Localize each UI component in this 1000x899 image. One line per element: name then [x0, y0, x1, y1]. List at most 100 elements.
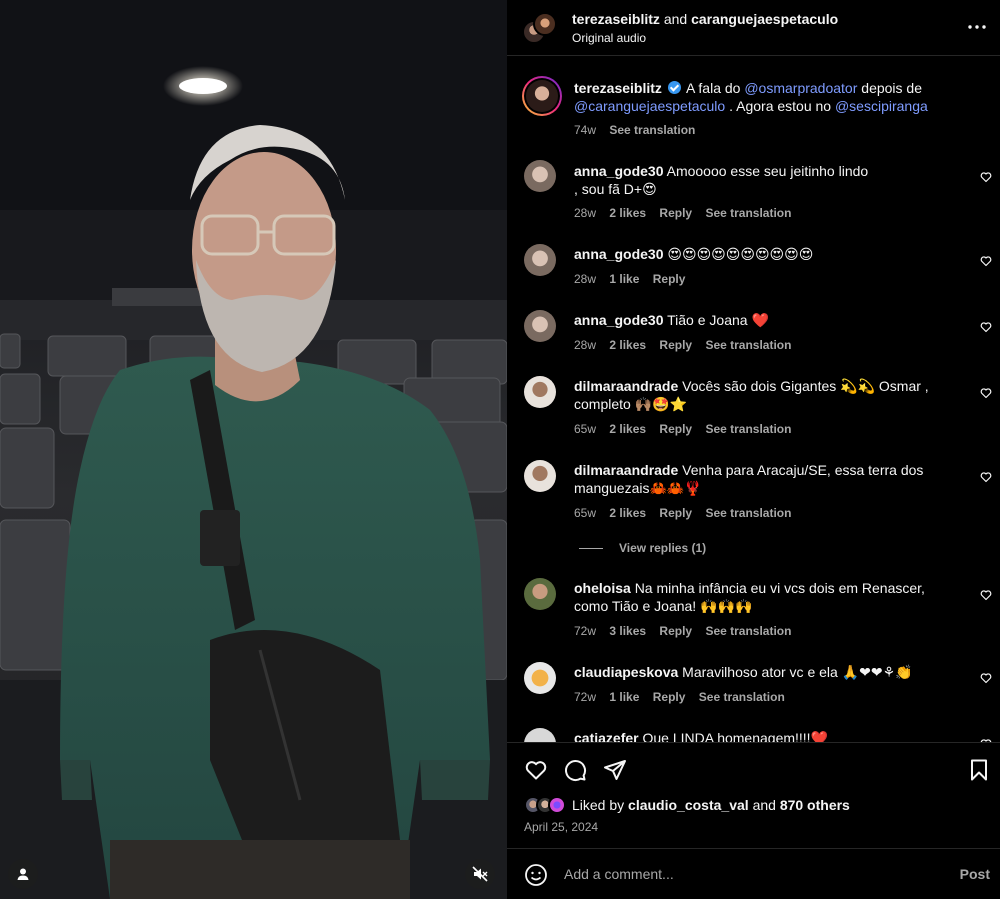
post-authors: terezaseiblitz and caranguejaespetaculo: [572, 11, 838, 27]
likes-text: Liked by claudio_costa_val and 870 other…: [572, 797, 850, 813]
reply-button[interactable]: Reply: [653, 272, 686, 286]
comment-icon[interactable]: [563, 758, 587, 782]
heart-icon[interactable]: [980, 255, 992, 267]
comment-username[interactable]: dilmaraandrade: [574, 462, 678, 478]
likes-count[interactable]: 2 likes: [609, 206, 646, 220]
comment-username[interactable]: anna_gode30: [574, 312, 663, 328]
comment-composer: Add a comment... Post: [507, 848, 1000, 899]
heart-icon[interactable]: [980, 672, 992, 684]
collab-avatars[interactable]: [522, 12, 557, 46]
mention-link[interactable]: @osmarpradoator: [744, 80, 857, 96]
comment-username[interactable]: catiazefer: [574, 730, 639, 742]
comment-text: anna_gode30 😍😍😍😍😍😍😍😍😍😍: [574, 245, 954, 263]
heart-icon[interactable]: [980, 471, 992, 483]
avatar[interactable]: [524, 662, 556, 694]
avatar[interactable]: [524, 244, 556, 276]
comment-body: Que LINDA homenagem!!!!❤️: [642, 730, 829, 742]
reply-button[interactable]: Reply: [653, 690, 686, 704]
reply-button[interactable]: Reply: [659, 422, 692, 436]
caption-fragment: A fala do: [685, 80, 741, 96]
see-translation-link[interactable]: See translation: [705, 624, 791, 638]
comment-body: 😍😍😍😍😍😍😍😍😍😍: [667, 246, 814, 262]
avatar: [548, 796, 566, 814]
see-translation-link[interactable]: See translation: [705, 422, 791, 436]
reply-button[interactable]: Reply: [659, 624, 692, 638]
comment-text: anna_gode30 Amooooo esse seu jeitinho li…: [574, 162, 874, 198]
avatar[interactable]: [524, 460, 556, 492]
video-player[interactable]: [0, 0, 507, 899]
see-translation-link[interactable]: See translation: [705, 338, 791, 352]
avatar[interactable]: [524, 310, 556, 342]
heart-icon[interactable]: [980, 321, 992, 333]
comment-text: dilmaraandrade Venha para Aracaju/SE, es…: [574, 461, 944, 497]
verified-badge-icon: [667, 81, 681, 94]
likes-count[interactable]: 2 likes: [609, 422, 646, 436]
mute-toggle-button[interactable]: [465, 859, 495, 889]
see-translation-link[interactable]: See translation: [609, 123, 695, 137]
likes-count[interactable]: 3 likes: [609, 624, 646, 638]
timestamp: 72w: [574, 624, 597, 638]
see-translation-link[interactable]: See translation: [705, 506, 791, 520]
comment-meta: 28w 2 likes Reply See translation: [574, 338, 801, 352]
likes-count[interactable]: 1 like: [609, 690, 639, 704]
share-icon[interactable]: [603, 758, 627, 782]
likes-summary[interactable]: Liked by claudio_costa_val and 870 other…: [524, 796, 850, 814]
comment-text: claudiapeskova Maravilhoso ator vc e ela…: [574, 663, 954, 681]
comment-meta: 65w 2 likes Reply See translation: [574, 506, 801, 520]
author-link[interactable]: terezaseiblitz: [572, 11, 660, 27]
comment-username[interactable]: claudiapeskova: [574, 664, 678, 680]
comment-text: oheloisa Na minha infância eu vi vcs doi…: [574, 579, 944, 615]
reply-button[interactable]: Reply: [659, 206, 692, 220]
mention-link[interactable]: @caranguejaespetaculo: [574, 98, 725, 114]
view-replies-button[interactable]: View replies (1): [579, 541, 706, 555]
post-comment-button[interactable]: Post: [960, 866, 990, 882]
emoji-icon[interactable]: [524, 863, 548, 887]
timestamp: 28w: [574, 272, 597, 286]
caption-meta: 74w See translation: [574, 123, 705, 137]
see-translation-link[interactable]: See translation: [699, 690, 785, 704]
heart-icon[interactable]: [524, 758, 548, 782]
comment-username[interactable]: dilmaraandrade: [574, 378, 678, 394]
more-options-button[interactable]: [968, 18, 986, 29]
caption-username[interactable]: terezaseiblitz: [574, 80, 662, 96]
reply-button[interactable]: Reply: [659, 338, 692, 352]
heart-icon[interactable]: [980, 589, 992, 601]
post-date: April 25, 2024: [524, 820, 599, 834]
avatar[interactable]: [524, 578, 556, 610]
comment-username[interactable]: anna_gode30: [574, 246, 663, 262]
timestamp: 65w: [574, 422, 597, 436]
liker-username[interactable]: claudio_costa_val: [628, 797, 749, 813]
comment-text: anna_gode30 Tião e Joana ❤️: [574, 311, 954, 329]
reply-button[interactable]: Reply: [659, 506, 692, 520]
caption-fragment: . Agora estou no: [729, 98, 832, 114]
heart-icon[interactable]: [980, 387, 992, 399]
comment-meta: 65w 2 likes Reply See translation: [574, 422, 801, 436]
tagged-users-button[interactable]: [8, 859, 38, 889]
likes-others-link[interactable]: 870 others: [780, 797, 850, 813]
audio-link[interactable]: Original audio: [572, 31, 646, 45]
avatar[interactable]: [524, 160, 556, 192]
comments-list[interactable]: terezaseiblitz A fala do @osmarpradoator…: [507, 56, 1000, 742]
likes-count[interactable]: 1 like: [609, 272, 639, 286]
avatar[interactable]: [524, 376, 556, 408]
comment-body: Tião e Joana ❤️: [667, 312, 769, 328]
heart-icon[interactable]: [980, 171, 992, 183]
timestamp: 72w: [574, 690, 597, 704]
comment-meta: 72w 3 likes Reply See translation: [574, 624, 801, 638]
comment-username[interactable]: anna_gode30: [574, 163, 663, 179]
mention-link[interactable]: @sescipiranga: [835, 98, 928, 114]
likes-count[interactable]: 2 likes: [609, 338, 646, 352]
timestamp: 28w: [574, 206, 597, 220]
likes-count[interactable]: 2 likes: [609, 506, 646, 520]
see-translation-link[interactable]: See translation: [705, 206, 791, 220]
post-header: terezaseiblitz and caranguejaespetaculo …: [507, 0, 1000, 55]
comment-username[interactable]: oheloisa: [574, 580, 631, 596]
avatar[interactable]: [524, 728, 556, 742]
bookmark-icon[interactable]: [967, 758, 991, 782]
comment-input[interactable]: Add a comment...: [564, 866, 674, 882]
avatar[interactable]: [522, 76, 562, 116]
comment-text: dilmaraandrade Vocês são dois Gigantes 💫…: [574, 377, 944, 413]
coauthor-link[interactable]: caranguejaespetaculo: [691, 11, 838, 27]
caption-text: terezaseiblitz A fala do @osmarpradoator…: [574, 79, 954, 115]
likes-prefix: Liked by: [572, 797, 625, 813]
